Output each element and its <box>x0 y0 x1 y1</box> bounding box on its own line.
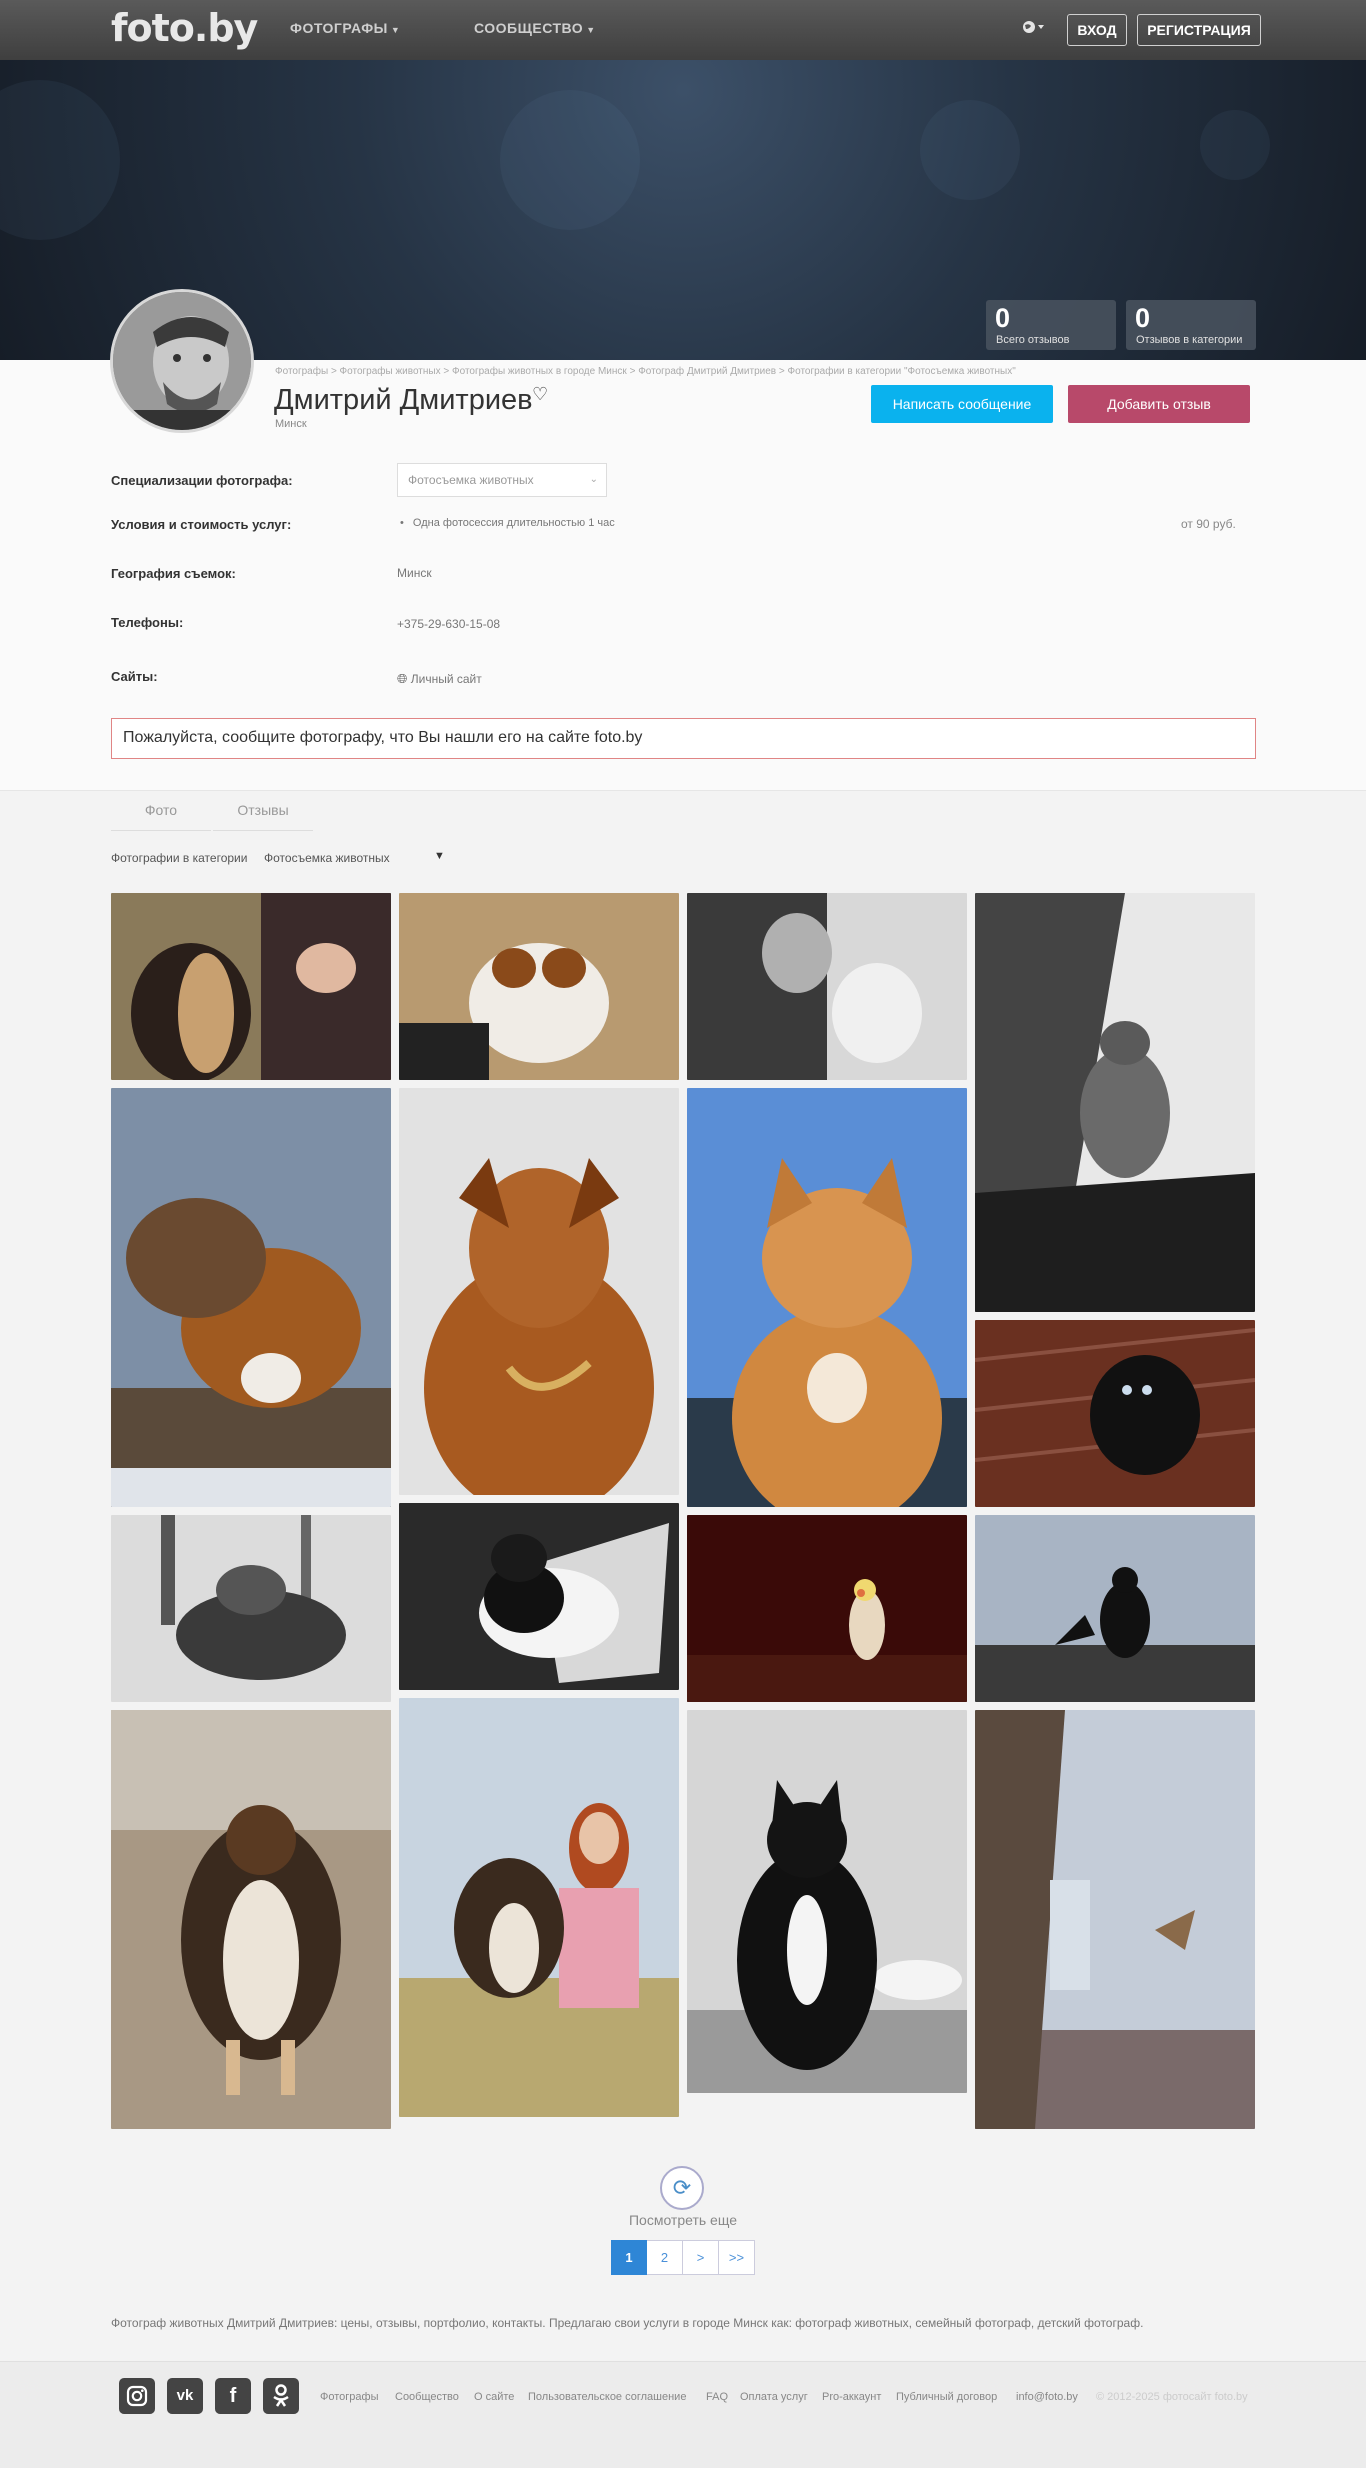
geo-value: Минск <box>397 566 432 580</box>
write-message-button[interactable]: Написать сообщение <box>871 385 1053 423</box>
caret-down-icon[interactable]: ▼ <box>434 850 445 862</box>
footer-link-community[interactable]: Сообщество <box>395 2391 459 2403</box>
caret-down-icon: ▼ <box>586 25 596 35</box>
language-globe-icon[interactable] <box>1021 17 1047 43</box>
photo-tuxedo-cat[interactable] <box>687 1710 967 2093</box>
nav-photographers[interactable]: ФОТОГРАФЫ ▼ <box>290 20 400 36</box>
footer-link-about[interactable]: О сайте <box>474 2391 514 2403</box>
reload-icon[interactable]: ⟳ <box>660 2166 704 2210</box>
copyright: © 2012-2025 фотосайт foto.by <box>1096 2391 1248 2403</box>
category-filter-select[interactable]: Фотосъемка животных <box>264 851 390 865</box>
footer-link-email[interactable]: info@foto.by <box>1016 2391 1078 2403</box>
spec-label: Специализации фотографа: <box>111 473 293 488</box>
geo-label: География съемок: <box>111 566 236 581</box>
vk-icon[interactable]: vk <box>167 2378 203 2414</box>
profile-city: Минск <box>275 418 307 430</box>
load-more-link[interactable]: Посмотреть еще <box>628 2212 738 2228</box>
instagram-icon[interactable] <box>119 2378 155 2414</box>
footer <box>0 2361 1366 2468</box>
footer-link-pro[interactable]: Pro-аккаунт <box>822 2391 881 2403</box>
photo-collie-sitting[interactable] <box>111 1710 391 2129</box>
tab-photos[interactable]: Фото <box>111 795 211 831</box>
last-page-button[interactable]: >> <box>719 2240 755 2275</box>
tab-reviews[interactable]: Отзывы <box>213 795 313 831</box>
chevron-down-icon: ⌄ <box>589 474 598 485</box>
next-page-button[interactable]: > <box>683 2240 719 2275</box>
page-1-button[interactable]: 1 <box>611 2240 647 2275</box>
photo-black-kitten[interactable] <box>975 1320 1255 1507</box>
top-navbar: foto.by ФОТОГРАФЫ ▼ СООБЩЕСТВО ▼ ВХОД РЕГИ… <box>0 0 1366 60</box>
photo-dog-field[interactable] <box>399 893 679 1080</box>
personal-site-link[interactable]: 🌐︎ Личный сайт <box>397 671 482 687</box>
breadcrumb[interactable]: Фотографы > Фотографы животных > Фотогра… <box>275 366 1016 377</box>
avatar <box>110 289 254 433</box>
terms-price: от 90 руб. <box>1181 517 1236 531</box>
photo-bird-feeder[interactable] <box>975 1710 1255 2129</box>
sites-label: Сайты: <box>111 669 158 684</box>
favorite-heart-icon[interactable]: ♡ <box>532 384 548 405</box>
odnoklassniki-icon[interactable] <box>263 2378 299 2414</box>
page-2-button[interactable]: 2 <box>647 2240 683 2275</box>
photo-red-dog[interactable] <box>399 1088 679 1495</box>
photo-cat-paper[interactable] <box>399 1503 679 1690</box>
pagination: 1 2 > >> <box>611 2240 755 2275</box>
globe-icon: 🌐︎ <box>397 671 408 686</box>
photo-ginger-cat[interactable] <box>687 1088 967 1507</box>
stat-total-reviews: 0 Всего отзывов <box>986 300 1116 350</box>
phone-label: Телефоны: <box>111 615 184 630</box>
stat-category-reviews: 0 Отзывов в категории <box>1126 300 1256 350</box>
footer-link-contract[interactable]: Публичный договор <box>896 2391 997 2403</box>
site-logo[interactable]: foto.by <box>111 6 258 50</box>
seo-description: Фотограф животных Дмитрий Дмитриев: цены… <box>111 2316 1144 2330</box>
photo-cockatiel[interactable] <box>687 1515 967 1702</box>
photo-woman-collie[interactable] <box>399 1698 679 2117</box>
footer-link-terms[interactable]: Пользовательское соглашение <box>528 2391 686 2403</box>
photo-woman-cat[interactable] <box>687 893 967 1080</box>
add-review-button[interactable]: Добавить отзыв <box>1068 385 1250 423</box>
photo-dog-lying[interactable] <box>111 1088 391 1507</box>
photo-cat-puddle[interactable] <box>975 893 1255 1312</box>
login-button[interactable]: ВХОД <box>1067 14 1127 46</box>
photo-crow[interactable] <box>975 1515 1255 1702</box>
facebook-icon[interactable]: f <box>215 2378 251 2414</box>
specialization-select[interactable]: Фотосъемка животных ⌄ <box>397 463 607 497</box>
notice-banner: Пожалуйста, сообщите фотографу, что Вы н… <box>111 718 1256 759</box>
phone-value[interactable]: +375-29-630-15-08 <box>397 617 500 631</box>
page-title: Дмитрий Дмитриев <box>274 384 533 416</box>
terms-label: Условия и стоимость услуг: <box>111 517 292 532</box>
footer-link-faq[interactable]: FAQ <box>706 2391 728 2403</box>
photo-dog-snow[interactable] <box>111 1515 391 1702</box>
nav-community[interactable]: СООБЩЕСТВО ▼ <box>474 20 596 36</box>
footer-link-photographers[interactable]: Фотографы <box>320 2391 378 2403</box>
filter-label: Фотографии в категории <box>111 851 248 865</box>
footer-link-payment[interactable]: Оплата услуг <box>740 2391 808 2403</box>
register-button[interactable]: РЕГИСТРАЦИЯ <box>1137 14 1261 46</box>
photo-calico-cat[interactable] <box>111 893 391 1080</box>
caret-down-icon: ▼ <box>390 25 401 35</box>
terms-item: • Одна фотосессия длительностью 1 час <box>400 517 615 529</box>
